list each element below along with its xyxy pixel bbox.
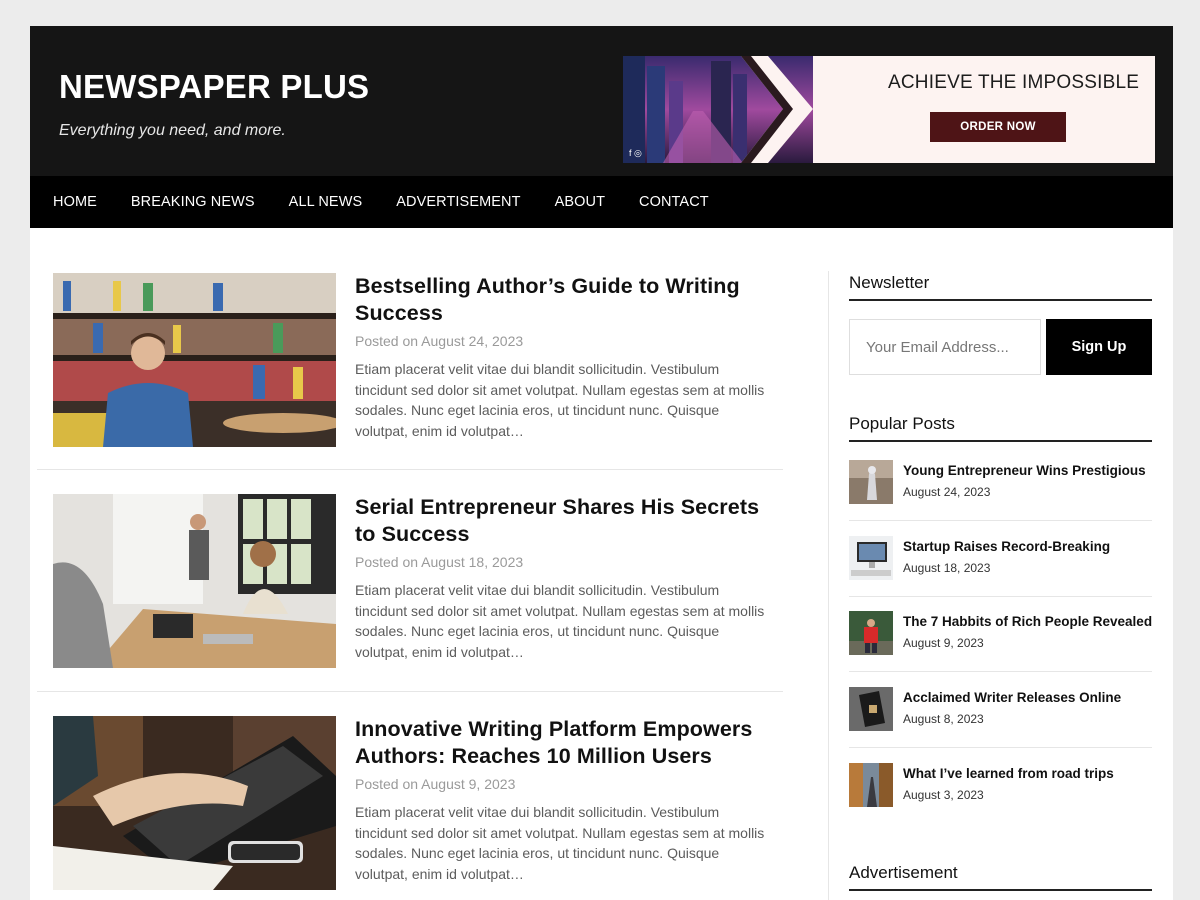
popular-post-title[interactable]: What I’ve learned from road trips bbox=[903, 766, 1114, 781]
popular-post-item[interactable]: The 7 Habbits of Rich People Revealed Au… bbox=[849, 611, 1152, 687]
advertisement-widget-title: Advertisement bbox=[849, 863, 1152, 891]
site-header: NEWSPAPER PLUS Everything you need, and … bbox=[30, 26, 1173, 176]
popular-post-date: August 9, 2023 bbox=[903, 636, 984, 650]
page-wrapper: NEWSPAPER PLUS Everything you need, and … bbox=[30, 26, 1173, 900]
popular-post-divider bbox=[849, 520, 1152, 521]
post-body: Serial Entrepreneur Shares His Secrets t… bbox=[355, 494, 773, 662]
city-street-image bbox=[623, 56, 813, 163]
post-thumbnail-bookshelf[interactable] bbox=[53, 273, 336, 447]
popular-post-thumbnail[interactable] bbox=[849, 687, 893, 731]
post-date: Posted on August 18, 2023 bbox=[355, 554, 524, 570]
column-divider bbox=[828, 271, 829, 900]
post-thumbnail-laptop[interactable] bbox=[53, 716, 336, 890]
popular-post-thumbnail[interactable] bbox=[849, 536, 893, 580]
popular-post-item[interactable]: Acclaimed Writer Releases Online August … bbox=[849, 687, 1152, 763]
post-date: Posted on August 9, 2023 bbox=[355, 776, 516, 792]
order-now-button[interactable]: ORDER NOW bbox=[930, 112, 1066, 142]
banner-social-icons[interactable]: f ◎ bbox=[629, 148, 642, 159]
popular-post-title[interactable]: The 7 Habbits of Rich People Revealed bbox=[903, 614, 1152, 629]
popular-post-thumbnail[interactable] bbox=[849, 611, 893, 655]
post-divider bbox=[37, 691, 783, 692]
popular-post-thumbnail[interactable] bbox=[849, 460, 893, 504]
popular-post-item[interactable]: What I’ve learned from road trips August… bbox=[849, 763, 1152, 839]
popular-post-item[interactable]: Young Entrepreneur Wins Prestigious Augu… bbox=[849, 460, 1152, 536]
popular-post-date: August 3, 2023 bbox=[903, 788, 984, 802]
post-body: Innovative Writing Platform Empowers Aut… bbox=[355, 716, 773, 884]
popular-post-thumbnail[interactable] bbox=[849, 763, 893, 807]
post-title[interactable]: Bestselling Author’s Guide to Writing Su… bbox=[355, 273, 773, 327]
main-navigation: HOME BREAKING NEWS ALL NEWS ADVERTISEMEN… bbox=[30, 176, 1173, 228]
popular-post-date: August 8, 2023 bbox=[903, 712, 984, 726]
email-field[interactable] bbox=[849, 319, 1041, 375]
popular-post-date: August 24, 2023 bbox=[903, 485, 991, 499]
popular-post-date: August 18, 2023 bbox=[903, 561, 991, 575]
popular-post-title[interactable]: Acclaimed Writer Releases Online bbox=[903, 690, 1121, 705]
nav-item-all-news[interactable]: ALL NEWS bbox=[289, 194, 363, 210]
popular-post-divider bbox=[849, 747, 1152, 748]
post-thumbnail-meeting[interactable] bbox=[53, 494, 336, 668]
nav-item-advertisement[interactable]: ADVERTISEMENT bbox=[396, 194, 520, 210]
banner-headline: ACHIEVE THE IMPOSSIBLE bbox=[888, 72, 1140, 93]
popular-posts-widget-title: Popular Posts bbox=[849, 414, 1152, 442]
nav-item-home[interactable]: HOME bbox=[53, 194, 97, 210]
nav-item-contact[interactable]: CONTACT bbox=[639, 194, 709, 210]
popular-post-divider bbox=[849, 671, 1152, 672]
nav-item-about[interactable]: ABOUT bbox=[555, 194, 605, 210]
site-tagline: Everything you need, and more. bbox=[59, 122, 286, 139]
header-banner-ad[interactable]: f ◎ ACHIEVE THE IMPOSSIBLE ORDER NOW bbox=[623, 56, 1155, 163]
popular-post-item[interactable]: Startup Raises Record-Breaking August 18… bbox=[849, 536, 1152, 612]
popular-post-divider bbox=[849, 596, 1152, 597]
post-divider bbox=[37, 469, 783, 470]
post-body: Bestselling Author’s Guide to Writing Su… bbox=[355, 273, 773, 441]
newsletter-widget-title: Newsletter bbox=[849, 273, 1152, 301]
sign-up-button[interactable]: Sign Up bbox=[1046, 319, 1152, 375]
post-excerpt: Etiam placerat velit vitae dui blandit s… bbox=[355, 582, 765, 660]
popular-post-title[interactable]: Startup Raises Record-Breaking bbox=[903, 539, 1110, 554]
popular-post-title[interactable]: Young Entrepreneur Wins Prestigious bbox=[903, 463, 1146, 478]
post-date: Posted on August 24, 2023 bbox=[355, 333, 524, 349]
post-excerpt: Etiam placerat velit vitae dui blandit s… bbox=[355, 361, 765, 439]
post-title[interactable]: Innovative Writing Platform Empowers Aut… bbox=[355, 716, 773, 770]
post-excerpt: Etiam placerat velit vitae dui blandit s… bbox=[355, 804, 765, 882]
nav-item-breaking-news[interactable]: BREAKING NEWS bbox=[131, 194, 255, 210]
post-title[interactable]: Serial Entrepreneur Shares His Secrets t… bbox=[355, 494, 773, 548]
site-title[interactable]: NEWSPAPER PLUS bbox=[59, 68, 369, 106]
